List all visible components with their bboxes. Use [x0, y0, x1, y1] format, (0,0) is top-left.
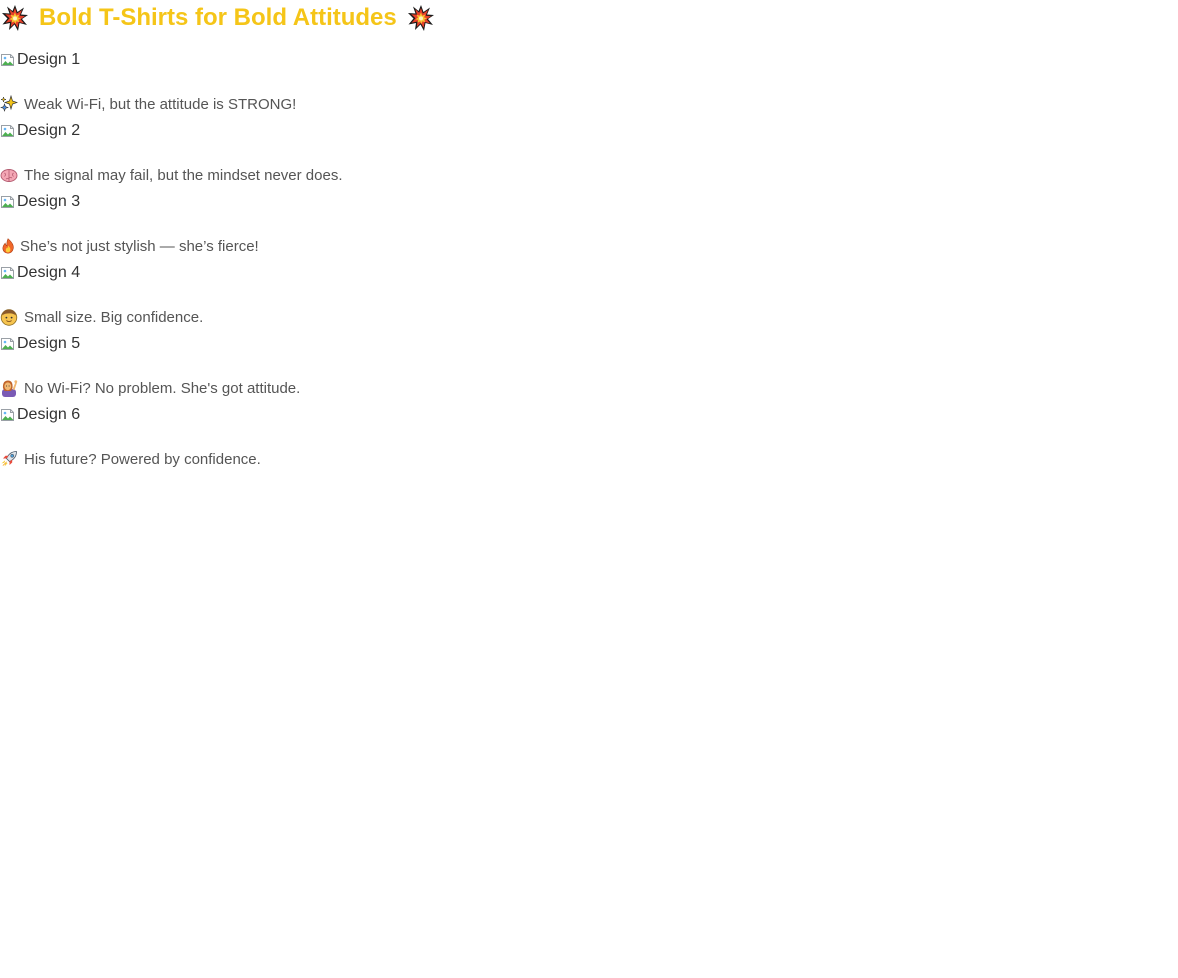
design-caption: His future? Powered by confidence.: [0, 448, 261, 470]
design-caption: The signal may fail, but the mindset nev…: [0, 164, 343, 186]
broken-image-icon: [0, 407, 16, 423]
design-caption-text: Weak Wi-Fi, but the attitude is STRONG!: [24, 95, 297, 113]
design-image: Design 1: [0, 49, 80, 71]
design-caption-text: No Wi-Fi? No problem. She's got attitude…: [24, 379, 301, 397]
design-caption-text: Small size. Big confidence.: [24, 308, 204, 326]
design-caption-text: The signal may fail, but the mindset nev…: [24, 166, 343, 184]
collision-icon: [2, 5, 28, 31]
design-image-alt: Design 4: [17, 264, 81, 281]
broken-image-icon: [0, 336, 16, 352]
design-image: Design 3: [0, 191, 80, 213]
fire-icon: [0, 237, 16, 255]
broken-image-icon: [0, 52, 16, 68]
rocket-icon: [0, 450, 18, 468]
design-caption-text: His future? Powered by confidence.: [24, 450, 261, 468]
broken-image-icon: [0, 194, 16, 210]
broken-image-icon: [0, 265, 16, 281]
design-caption-text: She’s not just stylish — she’s fierce!: [20, 237, 259, 255]
design-image-alt: Design 5: [17, 335, 81, 352]
design-caption: She’s not just stylish — she’s fierce!: [0, 235, 259, 257]
sparkles-stars-icon: [0, 95, 18, 113]
design-image: Design 4: [0, 262, 80, 284]
design-image-alt: Design 6: [17, 406, 81, 423]
brain-icon: [0, 166, 18, 184]
design-image-alt: Design 3: [17, 193, 81, 210]
woman-raising-hand-icon: [0, 379, 18, 397]
design-image-alt: Design 2: [17, 122, 81, 139]
design-image-alt: Design 1: [17, 51, 81, 68]
broken-image-icon: [0, 123, 16, 139]
design-caption: Small size. Big confidence.: [0, 306, 203, 328]
design-image: Design 6: [0, 404, 80, 426]
design-caption: No Wi-Fi? No problem. She's got attitude…: [0, 377, 300, 399]
design-caption: Weak Wi-Fi, but the attitude is STRONG!: [0, 93, 296, 115]
collision-icon: [408, 5, 434, 31]
design-image: Design 5: [0, 333, 80, 355]
design-image: Design 2: [0, 120, 80, 142]
page-title: Bold T-Shirts for Bold Attitudes: [2, 3, 434, 33]
page-title-text: Bold T-Shirts for Bold Attitudes: [39, 4, 397, 31]
boy-face-icon: [0, 308, 18, 326]
